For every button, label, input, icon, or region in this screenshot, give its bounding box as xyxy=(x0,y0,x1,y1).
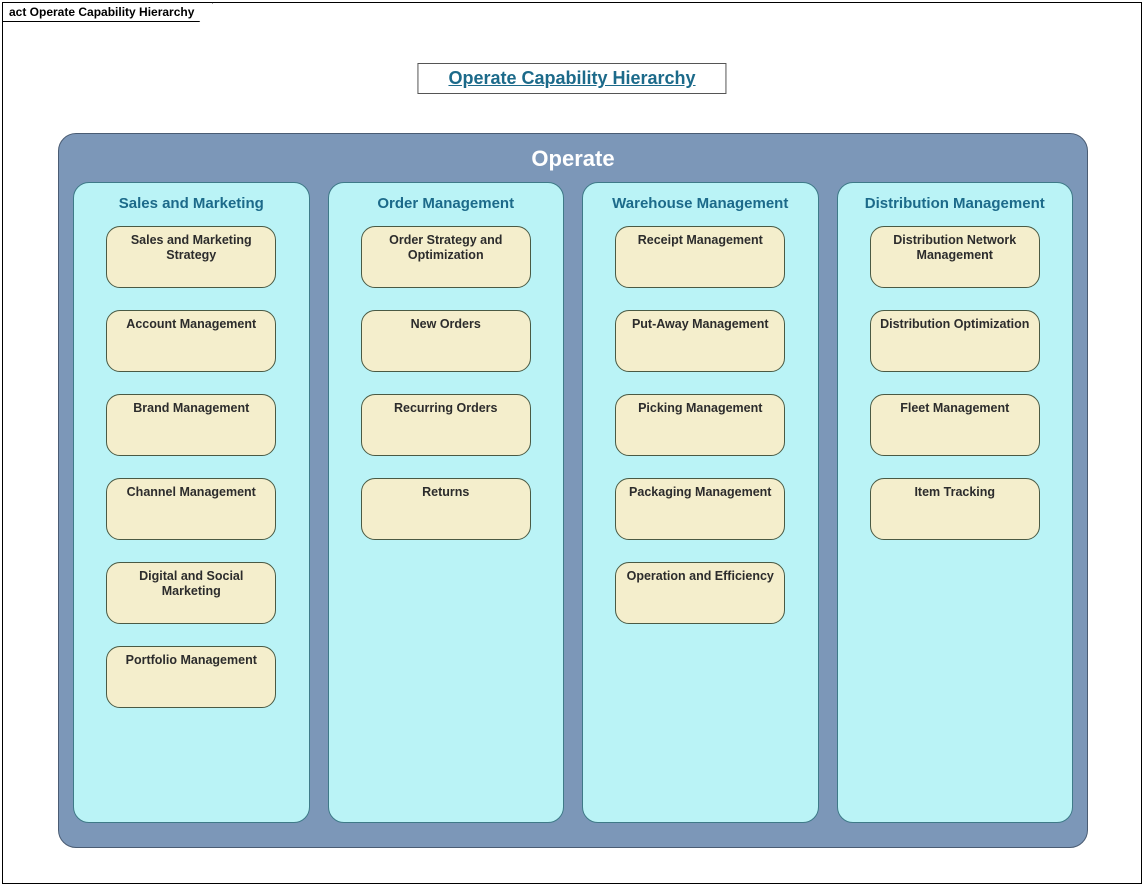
columns-row: Sales and Marketing Sales and Marketing … xyxy=(73,182,1073,823)
capability-box: Picking Management xyxy=(615,394,785,456)
capability-box: Put-Away Management xyxy=(615,310,785,372)
capability-box: Account Management xyxy=(106,310,276,372)
diagram-frame: act Operate Capability Hierarchy Operate… xyxy=(2,2,1142,884)
capability-box: Fleet Management xyxy=(870,394,1040,456)
capability-box: Brand Management xyxy=(106,394,276,456)
capability-box: Distribution Network Management xyxy=(870,226,1040,288)
capability-box: Packaging Management xyxy=(615,478,785,540)
capability-box: Portfolio Management xyxy=(106,646,276,708)
operate-label: Operate xyxy=(73,146,1073,172)
capability-box: Operation and Efficiency xyxy=(615,562,785,624)
col-sales-and-marketing: Sales and Marketing Sales and Marketing … xyxy=(73,182,310,823)
capability-box: Returns xyxy=(361,478,531,540)
capability-box: Channel Management xyxy=(106,478,276,540)
operate-container: Operate Sales and Marketing Sales and Ma… xyxy=(58,133,1088,848)
capability-box: Distribution Optimization xyxy=(870,310,1040,372)
capability-box: Order Strategy and Optimization xyxy=(361,226,531,288)
capability-box: Sales and Marketing Strategy xyxy=(106,226,276,288)
diagram-title: Operate Capability Hierarchy xyxy=(417,63,726,94)
col-title: Order Management xyxy=(341,195,552,212)
col-title: Warehouse Management xyxy=(595,195,806,212)
col-order-management: Order Management Order Strategy and Opti… xyxy=(328,182,565,823)
frame-tab: act Operate Capability Hierarchy xyxy=(2,2,213,22)
col-distribution-management: Distribution Management Distribution Net… xyxy=(837,182,1074,823)
col-title: Sales and Marketing xyxy=(86,195,297,212)
capability-box: Item Tracking xyxy=(870,478,1040,540)
capability-box: Recurring Orders xyxy=(361,394,531,456)
col-title: Distribution Management xyxy=(850,195,1061,212)
capability-box: Digital and Social Marketing xyxy=(106,562,276,624)
capability-box: New Orders xyxy=(361,310,531,372)
capability-box: Receipt Management xyxy=(615,226,785,288)
col-warehouse-management: Warehouse Management Receipt Management … xyxy=(582,182,819,823)
